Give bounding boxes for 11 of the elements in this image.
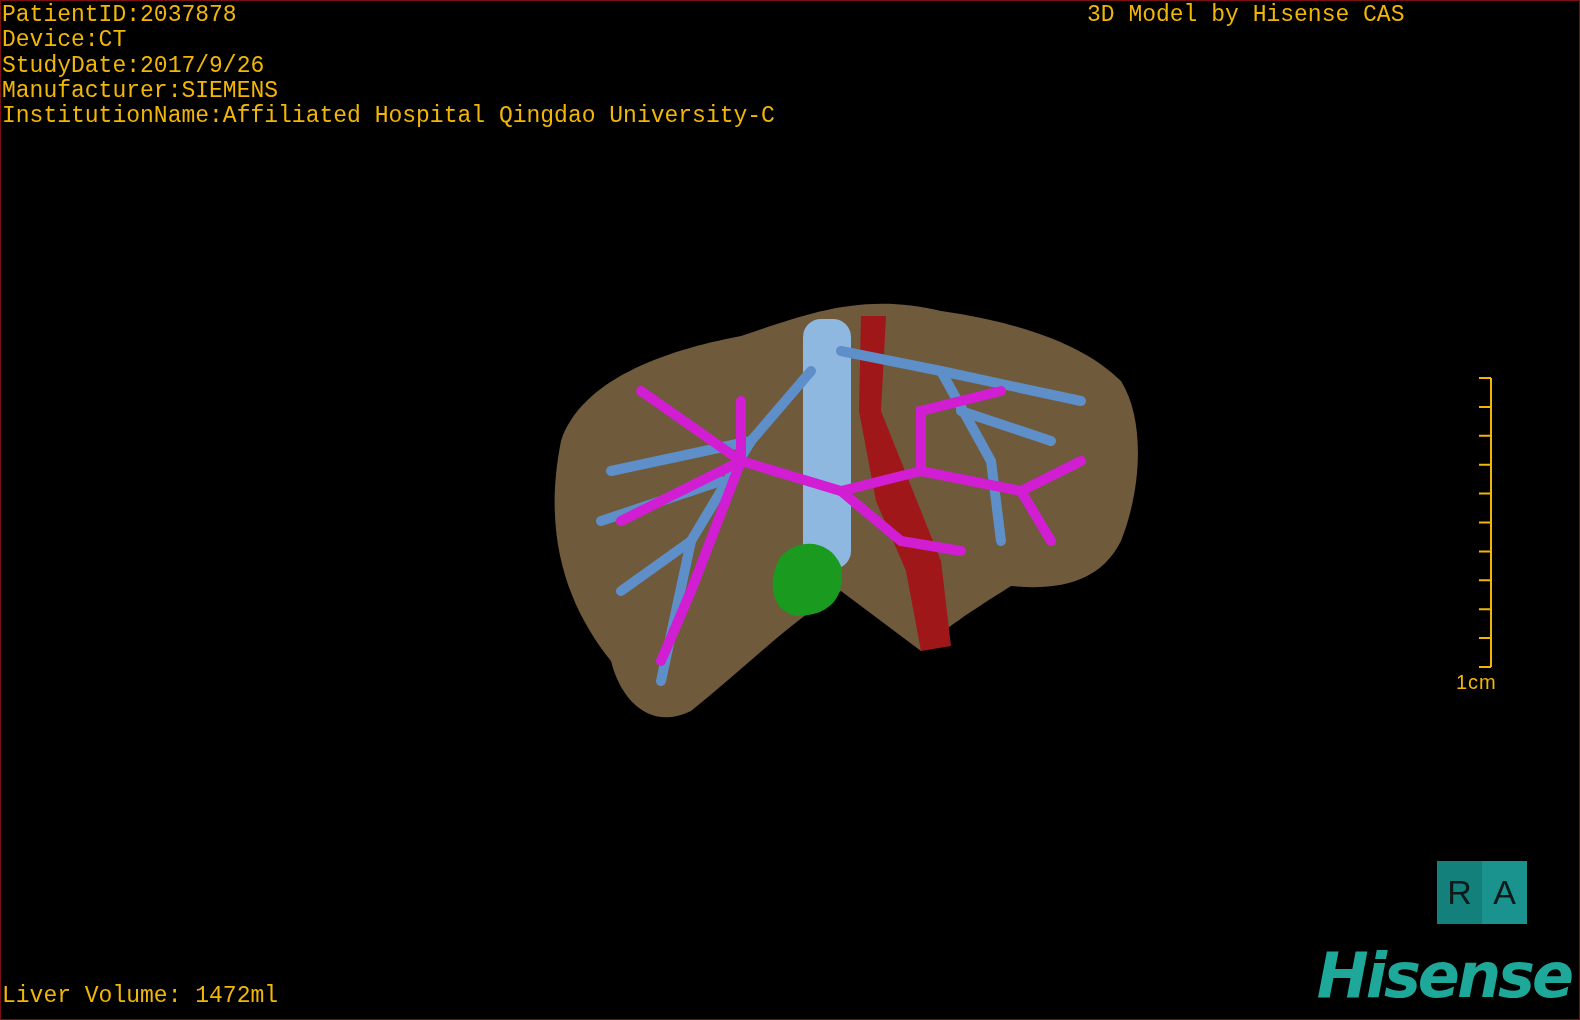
orientation-label: A	[1493, 873, 1516, 912]
brand-logo: Hisense	[1316, 943, 1573, 1009]
info-line: Manufacturer:SIEMENS	[2, 78, 280, 104]
info-line: StudyDate:2017/9/26	[2, 53, 266, 79]
info-line: PatientID:2037878	[2, 3, 238, 28]
orientation-label: R	[1447, 873, 1472, 912]
info-line: Device:CT	[2, 28, 128, 54]
scale-label: 1cm	[1456, 671, 1497, 694]
info-line: InstitutionName:Affiliated Hospital Qingdao University-C	[2, 104, 775, 130]
model-title: 3D Model by Hisense CAS	[1087, 3, 1405, 28]
liver-volume: Liver Volume: 1472ml	[2, 984, 279, 1009]
